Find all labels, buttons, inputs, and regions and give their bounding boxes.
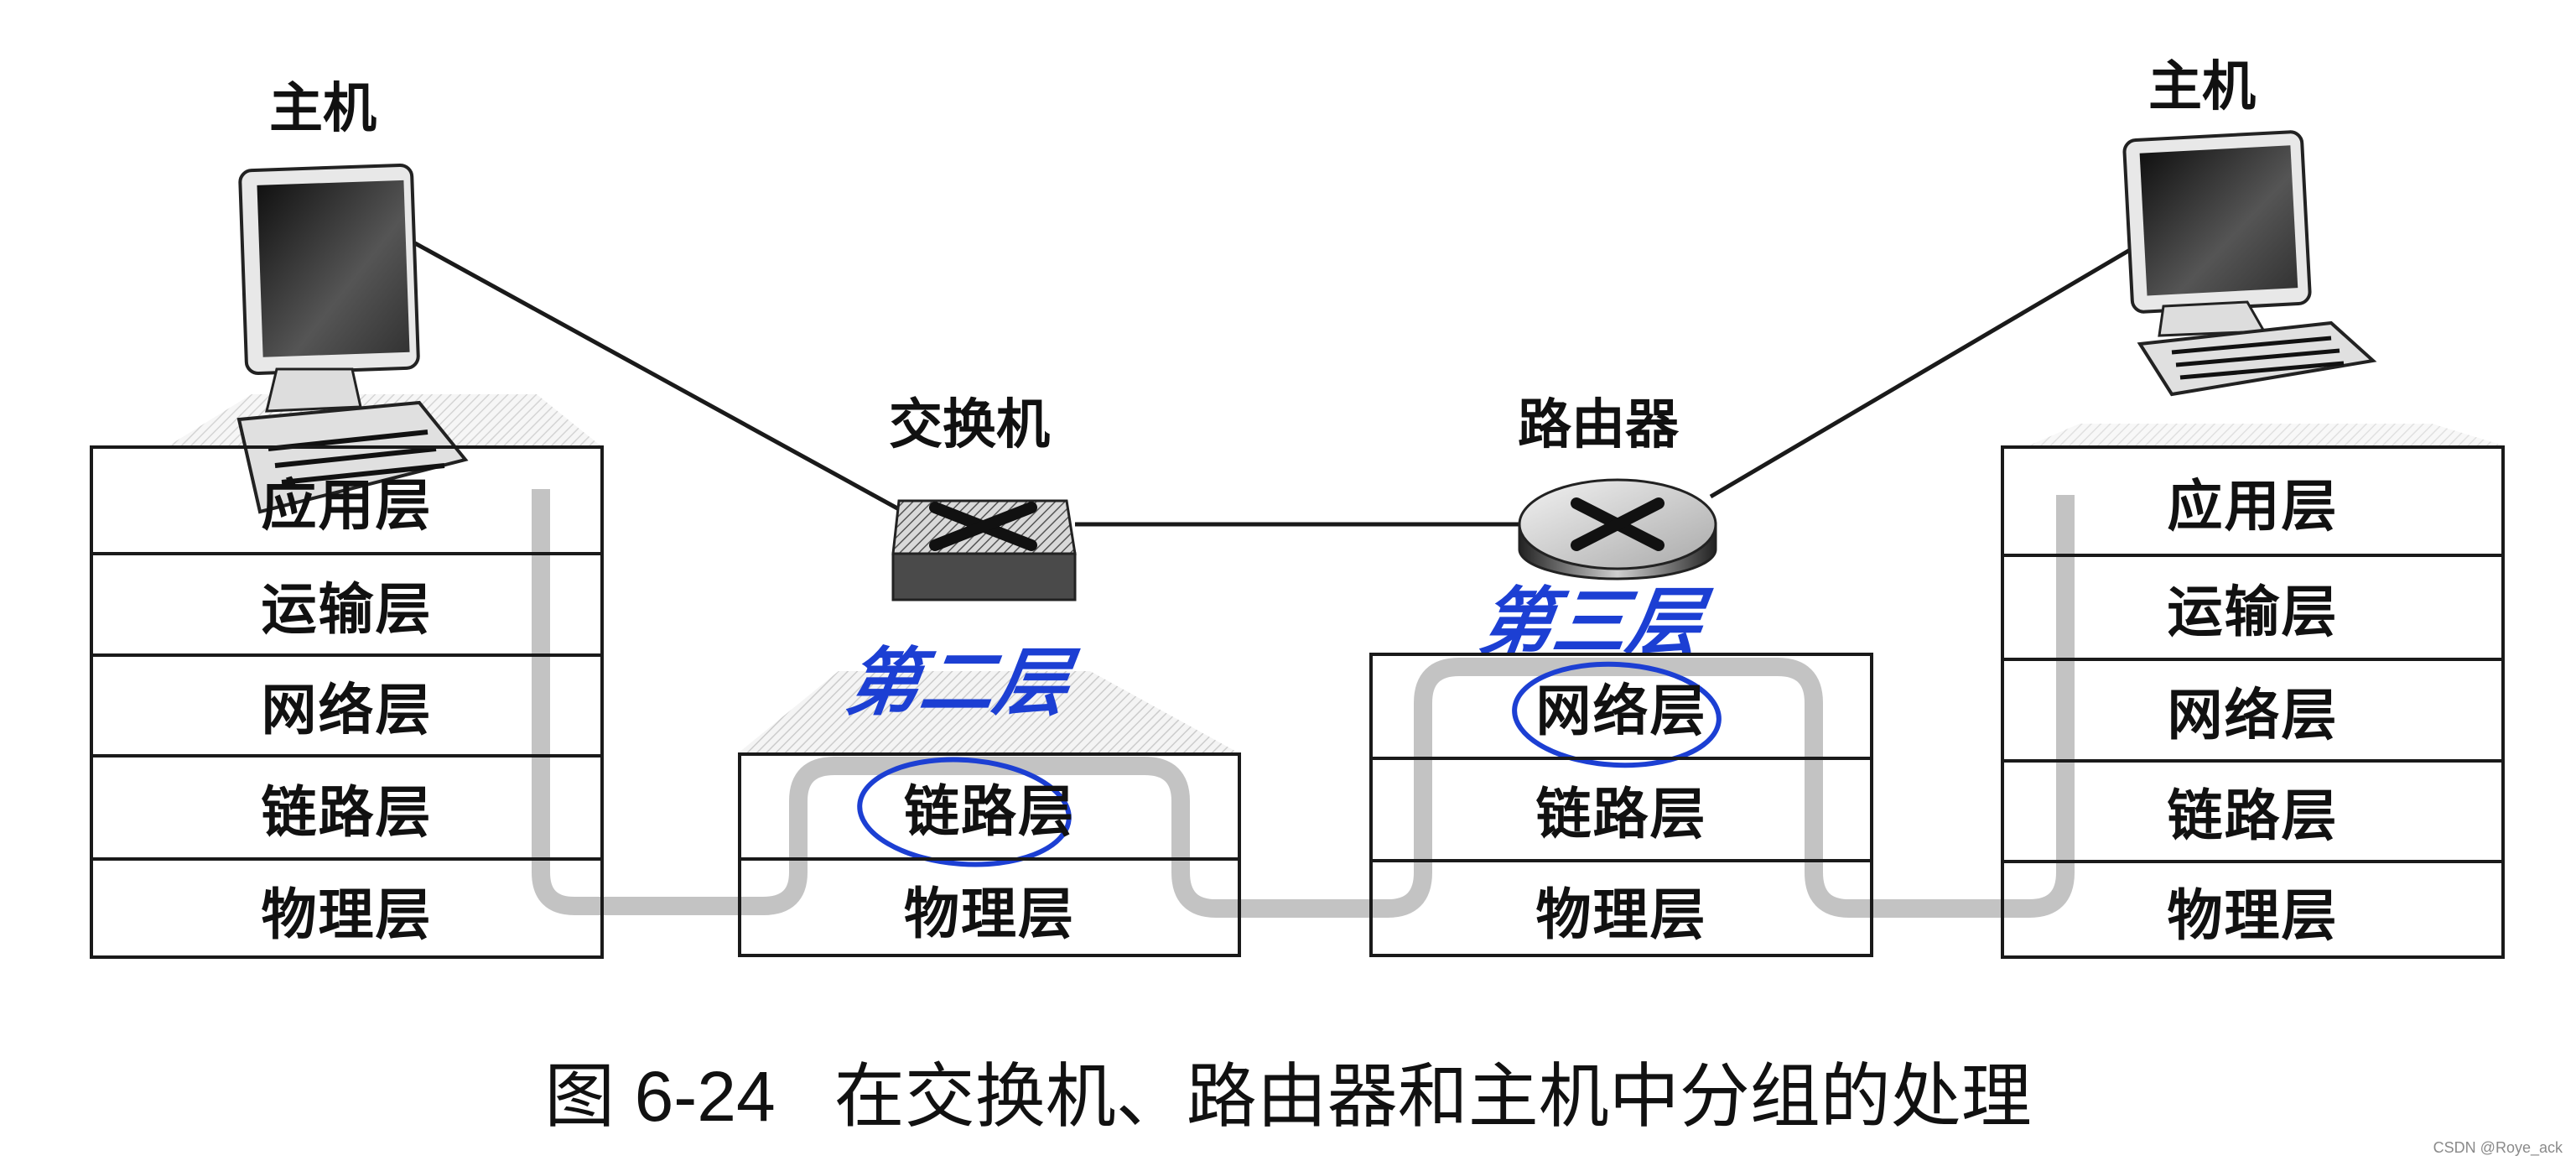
annotation-router-layer: 第三层	[1473, 579, 1708, 665]
layer-label: 网络层	[1535, 678, 1707, 743]
layer-label: 运输层	[2167, 579, 2339, 644]
layer-link: 链路层	[1373, 757, 1870, 859]
figure-caption: 图 6-24 在交换机、路由器和主机中分组的处理	[0, 1040, 2576, 1142]
layer-label: 网络层	[2167, 681, 2339, 747]
layer-physical: 物理层	[93, 857, 600, 959]
host-right-label: 主机	[2148, 55, 2256, 118]
layer-label: 链路层	[2167, 783, 2339, 848]
layer-network: 网络层	[93, 653, 600, 754]
protocol-stack-switch: 链路层 物理层	[738, 752, 1241, 957]
layer-physical: 物理层	[741, 857, 1238, 957]
figure-number: 图 6-24	[544, 1057, 776, 1136]
layer-network: 网络层	[1373, 656, 1870, 757]
layer-label: 物理层	[904, 880, 1075, 946]
switch-icon	[891, 499, 1077, 601]
protocol-stack-host-left: 应用层 运输层 网络层 链路层 物理层	[90, 445, 604, 959]
layer-link: 链路层	[2004, 759, 2501, 860]
layer-transport: 运输层	[93, 552, 600, 653]
layer-label: 应用层	[261, 471, 433, 538]
layer-network: 网络层	[2004, 658, 2501, 759]
layer-link: 链路层	[741, 756, 1238, 857]
protocol-stack-host-right: 应用层 运输层 网络层 链路层 物理层	[2001, 445, 2505, 959]
router-icon	[1518, 478, 1717, 580]
switch-label: 交换机	[889, 393, 1050, 456]
layer-label: 网络层	[261, 677, 433, 742]
layer-label: 运输层	[261, 575, 433, 642]
layer-application: 应用层	[93, 449, 600, 552]
computer-icon-right	[2122, 130, 2377, 397]
layer-physical: 物理层	[1373, 859, 1870, 957]
layer-label: 链路层	[904, 778, 1075, 844]
layer-label: 链路层	[261, 778, 433, 845]
host-left-label: 主机	[269, 77, 377, 140]
layer-label: 应用层	[2167, 472, 2339, 539]
shadow-right	[2029, 424, 2503, 445]
protocol-stack-router: 网络层 链路层 物理层	[1369, 653, 1873, 957]
layer-application: 应用层	[2004, 449, 2501, 554]
watermark: CSDN @Roye_ack	[2433, 1139, 2563, 1156]
layer-label: 链路层	[1535, 781, 1707, 846]
layer-physical: 物理层	[2004, 860, 2501, 959]
layer-transport: 运输层	[2004, 554, 2501, 658]
annotation-switch-layer: 第二层	[840, 639, 1075, 726]
figure-title: 在交换机、路由器和主机中分组的处理	[834, 1055, 2032, 1138]
layer-label: 物理层	[2167, 882, 2339, 948]
layer-label: 物理层	[261, 881, 433, 947]
layer-label: 物理层	[1535, 881, 1707, 947]
layer-link: 链路层	[93, 754, 600, 857]
router-label: 路由器	[1518, 393, 1679, 456]
